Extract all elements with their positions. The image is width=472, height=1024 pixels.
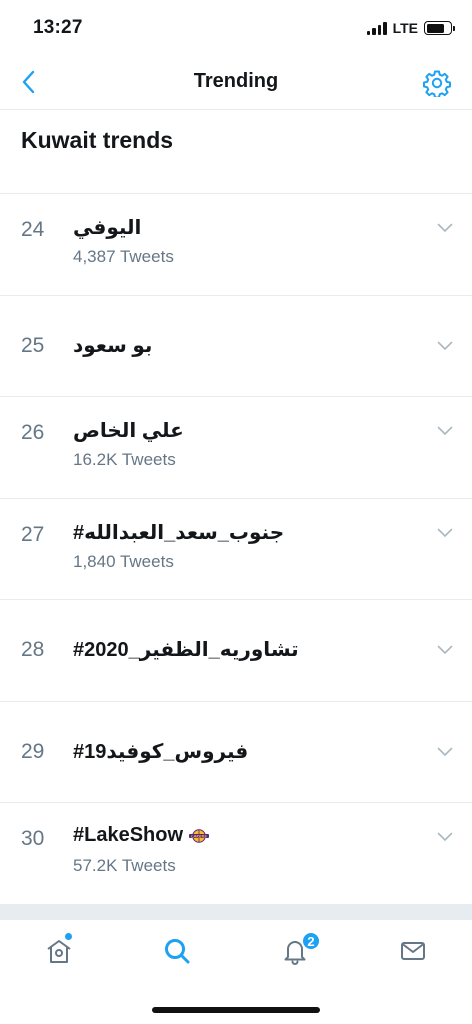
tab-messages[interactable] <box>354 920 472 989</box>
status-bar: 13:27 LTE <box>0 0 472 58</box>
chevron-down-icon[interactable] <box>437 832 453 842</box>
trend-name: #تشاوريه_الظفير_2020 <box>73 639 299 661</box>
lakers-logo-icon: LAKERS <box>189 828 210 843</box>
trend-item[interactable]: 27 #جنوب_سعد_العبدالله 1,840 Tweets <box>0 499 472 600</box>
section-title: Kuwait trends <box>0 110 472 194</box>
trend-item[interactable]: 28 #تشاوريه_الظفير_2020 <box>0 600 472 702</box>
list-footer-separator <box>0 905 472 919</box>
chevron-down-icon[interactable] <box>437 528 453 538</box>
trend-name: #جنوب_سعد_العبدالله <box>73 521 285 544</box>
battery-icon <box>424 21 455 35</box>
trend-rank: 26 <box>21 421 45 444</box>
tab-search[interactable] <box>118 920 236 989</box>
trend-rank: 24 <box>21 218 45 241</box>
status-indicators: LTE <box>366 20 455 36</box>
bottom-tab-bar: 2 <box>0 919 472 989</box>
status-time: 13:27 <box>33 17 83 38</box>
trend-rank: 30 <box>21 827 45 850</box>
trend-item[interactable]: 24 اليوفي 4,387 Tweets <box>0 194 472 296</box>
trend-list: 24 اليوفي 4,387 Tweets 25 بو سعود 26 علي… <box>0 194 472 905</box>
trend-name: علي الخاص <box>73 420 184 442</box>
settings-button[interactable] <box>422 68 452 98</box>
chevron-down-icon[interactable] <box>437 747 453 757</box>
tab-home[interactable] <box>0 920 118 989</box>
trend-tweet-count: 57.2K Tweets <box>73 856 176 875</box>
chevron-down-icon[interactable] <box>437 645 453 655</box>
trend-name: اليوفي <box>73 217 142 239</box>
tab-notifications[interactable]: 2 <box>236 920 354 989</box>
trend-hashtag: #LakeShow <box>73 824 184 846</box>
trend-rank: 25 <box>21 333 45 357</box>
svg-text:LAKERS: LAKERS <box>191 834 207 838</box>
trend-item[interactable]: 30 #LakeShow LAKERS 57.2K Tweets <box>0 803 472 905</box>
search-icon <box>165 939 190 964</box>
trend-name: #LakeShow LAKERS <box>73 824 210 847</box>
trend-tweet-count: 16.2K Tweets <box>73 450 176 469</box>
nav-header: Trending <box>0 58 472 110</box>
mail-icon <box>401 942 425 960</box>
trend-item[interactable]: 26 علي الخاص 16.2K Tweets <box>0 397 472 499</box>
trend-name: #فيروس_كوفيد19 <box>73 740 249 763</box>
trend-tweet-count: 4,387 Tweets <box>73 247 174 266</box>
trend-name: بو سعود <box>73 334 153 357</box>
chevron-down-icon[interactable] <box>437 341 453 351</box>
trend-rank: 29 <box>21 739 45 763</box>
gear-icon <box>423 70 451 97</box>
page-title: Trending <box>193 70 279 92</box>
home-indicator <box>152 1007 320 1013</box>
chevron-down-icon[interactable] <box>437 223 453 233</box>
notifications-badge: 2 <box>301 931 321 951</box>
chevron-down-icon[interactable] <box>437 426 453 436</box>
trend-item[interactable]: 29 #فيروس_كوفيد19 <box>0 702 472 803</box>
trend-rank: 28 <box>21 638 45 661</box>
trend-tweet-count: 1,840 Tweets <box>73 551 174 571</box>
home-unread-dot <box>63 932 73 941</box>
trend-rank: 27 <box>21 522 45 546</box>
network-label: LTE <box>392 20 418 36</box>
trend-item[interactable]: 25 بو سعود <box>0 296 472 397</box>
signal-icon <box>366 21 387 35</box>
